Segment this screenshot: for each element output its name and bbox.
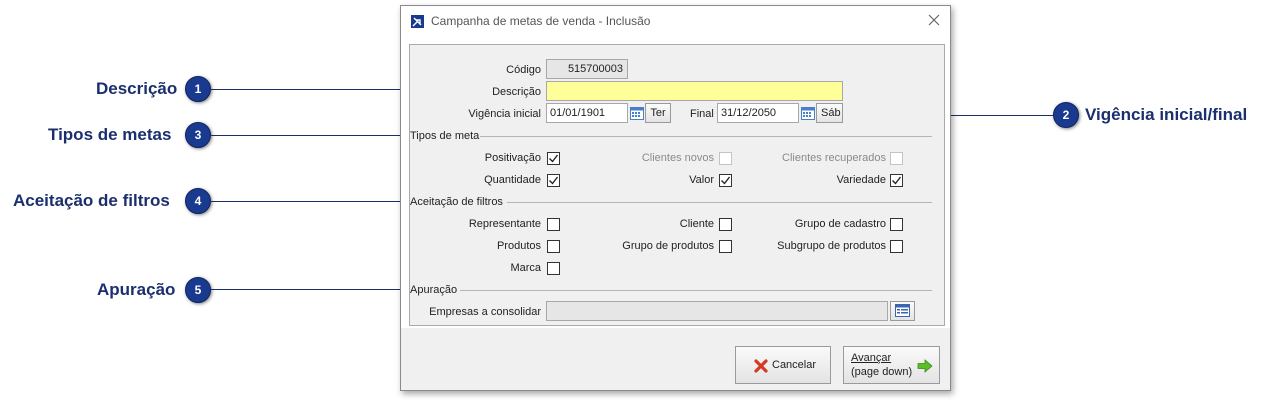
positivacao-checkbox[interactable] [547, 152, 560, 165]
dialog-footer: Cancelar Avançar (page down) [401, 328, 950, 390]
codigo-label: Código [506, 64, 541, 76]
annotation-label-descricao: Descrição [96, 79, 178, 98]
cancel-x-icon [754, 359, 768, 373]
dia-inicial-button[interactable]: Ter [645, 103, 671, 123]
cliente-label: Cliente [679, 218, 714, 230]
tipos-de-meta-divider [480, 136, 932, 137]
annotation-label-vigencia: Vigência inicial/final [1085, 105, 1248, 124]
variedade-label: Variedade [836, 174, 886, 186]
calendar-icon-inicial[interactable] [630, 106, 644, 120]
annotation-label-filtros: Aceitação de filtros [13, 191, 170, 210]
descricao-input[interactable] [546, 81, 843, 101]
empresas-consolidar-field [546, 301, 888, 321]
form-panel: Código 515700003 Descrição Vigência inic… [409, 44, 945, 326]
close-icon[interactable] [926, 12, 942, 28]
cancel-button[interactable]: Cancelar [735, 346, 831, 384]
positivacao-label: Positivação [484, 152, 541, 164]
produtos-label: Produtos [496, 240, 541, 252]
annotation-badge-4: 4 [185, 188, 211, 214]
grupo-produtos-label: Grupo de produtos [622, 240, 714, 252]
dialog-window: Campanha de metas de venda - Inclusão Có… [400, 5, 951, 391]
vigencia-inicial-label: Vigência inicial [468, 108, 541, 120]
valor-checkbox[interactable] [719, 174, 732, 187]
window-title: Campanha de metas de venda - Inclusão [431, 14, 651, 28]
annotation-badge-5: 5 [185, 277, 211, 303]
empresas-lookup-button[interactable] [890, 301, 915, 321]
annotation-label-apuracao: Apuração [97, 280, 176, 299]
variedade-checkbox[interactable] [890, 174, 903, 187]
annotation-line-4 [211, 201, 408, 202]
representante-checkbox[interactable] [547, 218, 560, 231]
vigencia-inicial-input[interactable]: 01/01/1901 [546, 103, 628, 123]
advance-button-label: Avançar [851, 352, 892, 364]
apuracao-heading: Apuração [410, 284, 458, 296]
marca-label: Marca [510, 262, 541, 274]
valor-label: Valor [689, 174, 714, 186]
clientes-recuperados-label: Clientes recuperados [782, 152, 886, 164]
tipos-de-meta-heading: Tipos de meta [410, 130, 480, 142]
empresas-consolidar-label: Empresas a consolidar [429, 306, 541, 318]
dia-final-button[interactable]: Sáb [816, 103, 843, 123]
annotation-badge-3: 3 [185, 122, 211, 148]
codigo-field: 515700003 [546, 59, 628, 79]
annotation-badge-2: 2 [1053, 102, 1079, 128]
vigencia-final-input[interactable]: 31/12/2050 [717, 103, 799, 123]
vigencia-final-label: Final [690, 108, 714, 120]
representante-label: Representante [468, 218, 541, 230]
clientes-novos-label: Clientes novos [641, 152, 714, 164]
marca-checkbox[interactable] [547, 262, 560, 275]
annotation-label-tipos: Tipos de metas [48, 125, 172, 144]
annotation-line-3 [211, 135, 408, 136]
cancel-button-label: Cancelar [772, 359, 817, 371]
annotation-badge-1: 1 [185, 76, 211, 102]
produtos-checkbox[interactable] [547, 240, 560, 253]
quantidade-checkbox[interactable] [547, 174, 560, 187]
calendar-icon-final[interactable] [801, 106, 815, 120]
grupo-cadastro-label: Grupo de cadastro [794, 218, 886, 230]
grupo-produtos-checkbox[interactable] [719, 240, 732, 253]
arrow-right-icon [917, 359, 933, 373]
apuracao-divider [460, 290, 932, 291]
subgrupo-produtos-checkbox[interactable] [890, 240, 903, 253]
title-bar: Campanha de metas de venda - Inclusão [401, 6, 950, 36]
advance-button[interactable]: Avançar (page down) [843, 346, 940, 384]
app-icon [411, 15, 424, 28]
aceitacao-filtros-heading: Aceitação de filtros [410, 196, 503, 208]
aceitacao-filtros-divider [507, 202, 932, 203]
clientes-recuperados-checkbox[interactable] [890, 152, 903, 165]
descricao-label: Descrição [492, 86, 541, 98]
cliente-checkbox[interactable] [719, 218, 732, 231]
list-icon [895, 304, 910, 317]
quantidade-label: Quantidade [484, 174, 541, 186]
subgrupo-produtos-label: Subgrupo de produtos [777, 240, 886, 252]
grupo-cadastro-checkbox[interactable] [890, 218, 903, 231]
advance-button-hint: (page down) [851, 366, 913, 378]
clientes-novos-checkbox[interactable] [719, 152, 732, 165]
annotation-line-5 [211, 289, 408, 290]
